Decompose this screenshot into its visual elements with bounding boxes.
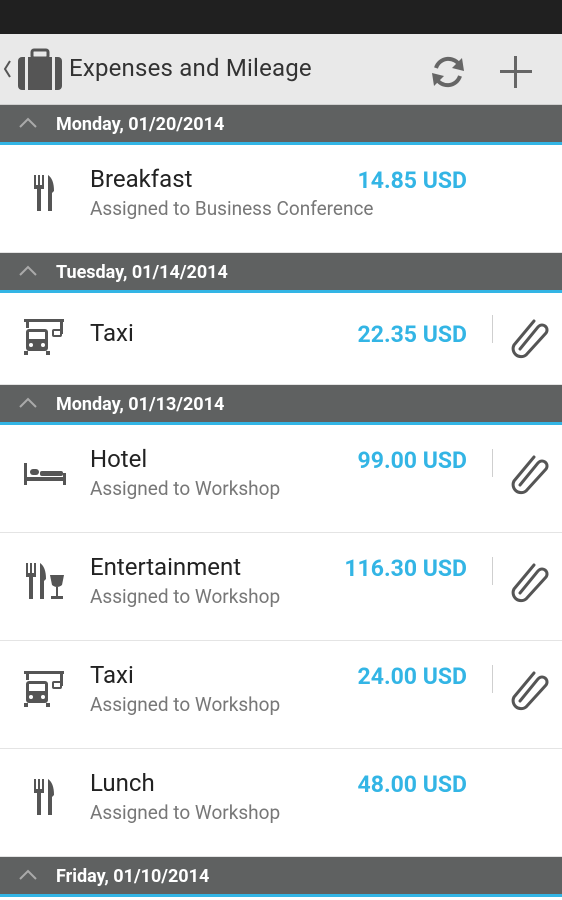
expense-row[interactable]: Taxi 24.00 USD Assigned to Workshop [0, 641, 562, 749]
attachment-icon[interactable] [506, 451, 552, 497]
attachment-icon[interactable] [506, 667, 552, 713]
date-header[interactable]: Monday, 01/13/2014 [0, 385, 562, 425]
expense-name: Taxi [90, 319, 134, 347]
header-accent-bar [0, 894, 562, 897]
briefcase-icon[interactable] [16, 48, 64, 92]
assigned-label: Assigned to Business Conference [90, 197, 374, 220]
expense-name: Hotel [90, 445, 148, 473]
chevron-up-icon[interactable] [18, 869, 38, 881]
date-label: Monday, 01/20/2014 [56, 114, 225, 135]
action-bar: Expenses and Mileage [0, 34, 562, 105]
attachment-icon[interactable] [506, 559, 552, 605]
expense-row[interactable]: Taxi 22.35 USD [0, 293, 562, 385]
fork-knife-glass-icon [22, 561, 68, 601]
date-header[interactable]: Friday, 01/10/2014 [0, 857, 562, 897]
fork-knife-icon [22, 777, 68, 817]
chevron-up-icon[interactable] [18, 117, 38, 129]
divider [492, 665, 493, 693]
assigned-label: Assigned to Workshop [90, 477, 281, 500]
assigned-label: Assigned to Workshop [90, 585, 281, 608]
assigned-label: Assigned to Workshop [90, 801, 281, 824]
add-icon[interactable] [494, 50, 538, 94]
taxi-icon [22, 317, 68, 357]
expense-name: Lunch [90, 769, 155, 797]
expense-amount: 48.00 USD [357, 771, 467, 798]
expense-name: Breakfast [90, 165, 193, 193]
taxi-icon [22, 669, 68, 709]
expense-name: Taxi [90, 661, 134, 689]
expense-list: Monday, 01/20/2014 Breakfast 14.85 USD Assi… [0, 105, 562, 897]
date-header[interactable]: Tuesday, 01/14/2014 [0, 253, 562, 293]
refresh-icon[interactable] [426, 50, 470, 94]
divider [492, 315, 493, 343]
chevron-up-icon[interactable] [18, 265, 38, 277]
date-label: Tuesday, 01/14/2014 [56, 262, 228, 283]
expense-name: Entertainment [90, 553, 242, 581]
expense-amount: 24.00 USD [357, 663, 467, 690]
expense-row[interactable]: Hotel 99.00 USD Assigned to Workshop [0, 425, 562, 533]
divider [492, 557, 493, 585]
expense-row[interactable]: Breakfast 14.85 USD Assigned to Business C… [0, 145, 562, 253]
expense-row[interactable]: Lunch 48.00 USD Assigned to Workshop [0, 749, 562, 857]
date-label: Monday, 01/13/2014 [56, 394, 225, 415]
fork-knife-icon [22, 173, 68, 213]
divider [492, 449, 493, 477]
status-bar [0, 0, 562, 34]
chevron-up-icon[interactable] [18, 397, 38, 409]
expense-amount: 116.30 USD [344, 555, 467, 582]
expense-amount: 99.00 USD [357, 447, 467, 474]
page-title: Expenses and Mileage [69, 54, 312, 82]
up-caret-icon[interactable] [2, 57, 12, 81]
expense-amount: 22.35 USD [357, 321, 467, 348]
assigned-label: Assigned to Workshop [90, 693, 281, 716]
expense-row[interactable]: Entertainment 116.30 USD Assigned to Works… [0, 533, 562, 641]
expense-amount: 14.85 USD [357, 167, 467, 194]
bed-icon [22, 453, 68, 493]
attachment-icon[interactable] [506, 315, 552, 361]
date-label: Friday, 01/10/2014 [56, 866, 210, 887]
date-header[interactable]: Monday, 01/20/2014 [0, 105, 562, 145]
